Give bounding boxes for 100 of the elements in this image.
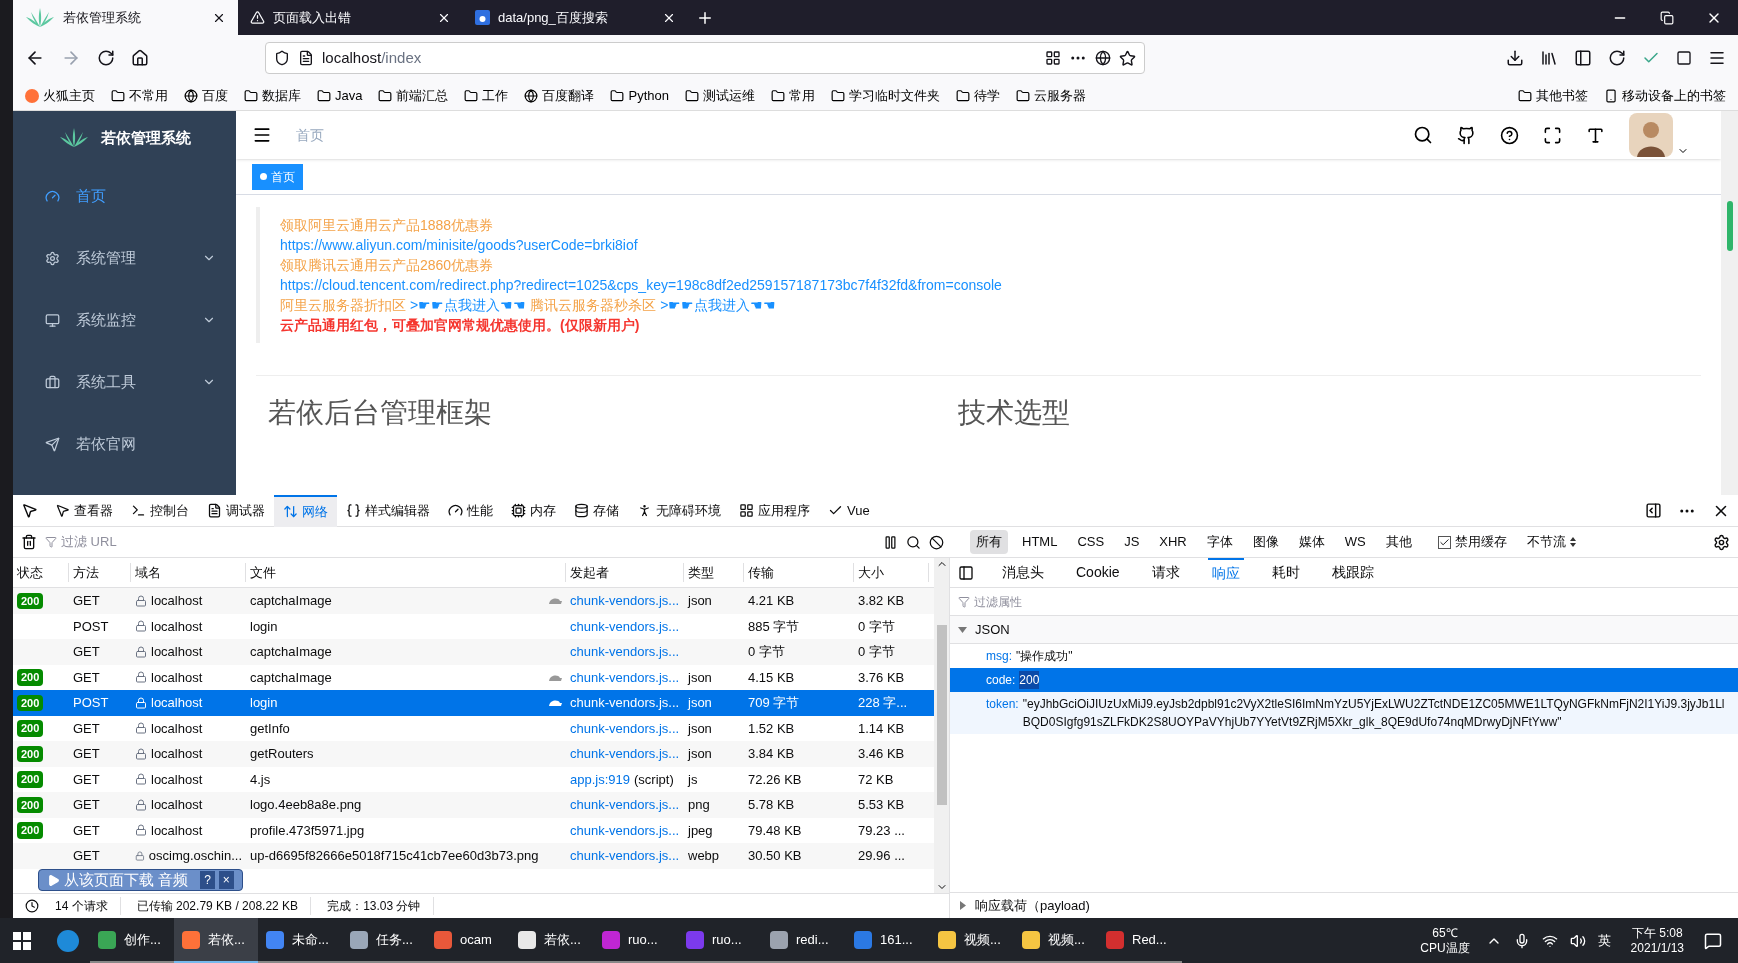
bookmark[interactable]: 常用: [770, 85, 815, 106]
sidebar-item[interactable]: 若依官网: [13, 413, 236, 475]
pause-icon[interactable]: [883, 534, 898, 550]
browser-tab[interactable]: 若依管理系统: [13, 0, 238, 35]
initiator-link[interactable]: chunk-vendors.js...: [570, 693, 680, 713]
hamburger-icon[interactable]: [252, 125, 272, 145]
devtools-tab[interactable]: 应用程序: [730, 494, 819, 527]
bookmark[interactable]: 不常用: [111, 85, 168, 106]
initiator-link[interactable]: chunk-vendors.js...: [570, 795, 680, 815]
request-row[interactable]: 200 GET localhost captchaImage chunk-vendors.js... json 4.21 KB 3.82 KB: [13, 588, 934, 614]
bookmark[interactable]: Java: [317, 85, 363, 106]
scrollbar-thumb[interactable]: [936, 625, 947, 805]
reload-icon[interactable]: [97, 49, 115, 67]
devtools-tab[interactable]: 无障碍环境: [628, 494, 730, 527]
type-filter[interactable]: 所有: [970, 530, 1008, 554]
block-icon[interactable]: [929, 534, 944, 550]
taskbar-app[interactable]: 未命...: [258, 918, 342, 963]
address-bar[interactable]: localhost/index: [265, 42, 1145, 74]
request-row[interactable]: GET oscimg.oschin... up-d6695f82666e5018f715c41cb7ee60d3b73.png chunk-vendors.js... webp 30.50 KB 29.96 ...: [13, 843, 934, 869]
initiator-link[interactable]: chunk-vendors.js...: [570, 718, 680, 738]
sidebar-item[interactable]: 系统管理: [13, 227, 236, 289]
devtools-tab[interactable]: 性能: [439, 494, 502, 527]
toggle-panel-icon[interactable]: [958, 564, 974, 581]
taskbar-app[interactable]: 若依...: [174, 918, 258, 963]
devtools-tab[interactable]: 调试器: [198, 494, 274, 527]
column-header[interactable]: 传输: [744, 562, 854, 583]
disclosure-triangle-icon[interactable]: [958, 625, 967, 634]
initiator-link[interactable]: chunk-vendors.js...: [570, 820, 680, 840]
devtools-tab[interactable]: 内存: [502, 494, 565, 527]
column-header[interactable]: 域名: [131, 562, 246, 583]
devtools-tab[interactable]: 查看器: [46, 494, 122, 527]
bookmark[interactable]: 移动设备上的书签: [1604, 85, 1726, 106]
taskbar-app[interactable]: ruo...: [594, 918, 678, 963]
sidebar-item[interactable]: 首页: [13, 165, 236, 227]
star-icon[interactable]: [1119, 49, 1136, 67]
bookmark[interactable]: 待学: [955, 85, 1000, 106]
detail-tab[interactable]: 消息头: [998, 557, 1048, 588]
initiator-link[interactable]: chunk-vendors.js...: [570, 846, 680, 866]
initiator-link[interactable]: chunk-vendors.js...: [570, 616, 680, 636]
type-filter[interactable]: HTML: [1016, 530, 1064, 554]
help-icon[interactable]: [1500, 125, 1519, 145]
detail-tab[interactable]: 耗时: [1267, 557, 1304, 588]
browser-tab[interactable]: 页面载入出错: [238, 0, 463, 35]
taskbar-app[interactable]: 161...: [846, 918, 930, 963]
initiator-link[interactable]: chunk-vendors.js...: [570, 642, 680, 662]
taskbar-app[interactable]: Red...: [1098, 918, 1182, 963]
taskbar-app[interactable]: ocam: [426, 918, 510, 963]
request-row[interactable]: 200 GET localhost logo.4eeb8a8e.png chunk-vendors.js... png 5.78 KB 5.53 KB: [13, 792, 934, 818]
initiator-link[interactable]: chunk-vendors.js...: [570, 667, 680, 687]
json-entry[interactable]: token: "eyJhbGciOiJIUzUxMiJ9.eyJsb2dpbl91c2VyX2tleSI6ImNmYzU5YjExLWU2ZTctNDE1ZC05MWE1LTQyNGFkNmFjN2I1YiJ9.3jyJb1LlBQD0SIgfg91sZLFkDK2S8UOYPaVYhjUb7YYetVt9ZRjM5Xkr_glk_8QE9dUfo74nqMDrwyDjNFtYww": [950, 692, 1738, 734]
type-filter[interactable]: WS: [1338, 530, 1372, 554]
notification-icon[interactable]: [1704, 931, 1722, 950]
search-icon[interactable]: [906, 534, 921, 550]
request-row[interactable]: 200 GET localhost getRouters chunk-vendors.js... json 3.84 KB 3.46 KB: [13, 741, 934, 767]
avatar[interactable]: [1629, 113, 1673, 157]
disable-cache-checkbox[interactable]: 禁用缓存: [1437, 532, 1507, 552]
json-entry[interactable]: code: 200: [950, 668, 1738, 692]
bookmark[interactable]: 工作: [464, 85, 509, 106]
devtools-tab[interactable]: Vue: [819, 494, 879, 527]
bookmark[interactable]: 测试运维: [684, 85, 755, 106]
bookmark[interactable]: 火狐主页: [25, 85, 95, 106]
bookmark[interactable]: 云服务器: [1015, 85, 1086, 106]
type-filter[interactable]: CSS: [1071, 530, 1111, 554]
initiator-link[interactable]: app.js:919: [570, 769, 630, 789]
type-filter[interactable]: 图像: [1246, 530, 1285, 554]
bookmark[interactable]: 学习临时文件夹: [830, 85, 940, 106]
detail-tab[interactable]: Cookie: [1072, 557, 1124, 588]
font-size-icon[interactable]: [1586, 125, 1605, 145]
taskbar-app[interactable]: 视频...: [930, 918, 1014, 963]
bookmark[interactable]: 数据库: [244, 85, 301, 106]
column-header[interactable]: 大小: [854, 562, 929, 583]
restore-icon[interactable]: [1660, 10, 1674, 25]
bookmark[interactable]: Python: [610, 85, 669, 106]
bookmark[interactable]: 百度翻译: [524, 85, 595, 106]
initiator-link[interactable]: chunk-vendors.js...: [570, 591, 680, 611]
bookmark[interactable]: 前端汇总: [378, 85, 449, 106]
devtools-tab[interactable]: 控制台: [122, 494, 198, 527]
ime-indicator[interactable]: 英: [1597, 930, 1611, 951]
translate-icon[interactable]: [1095, 50, 1111, 66]
taskbar-app[interactable]: redi...: [762, 918, 846, 963]
taskbar-app[interactable]: 任务...: [342, 918, 426, 963]
bookmark[interactable]: 其他书签: [1518, 85, 1588, 106]
type-filter[interactable]: JS: [1118, 530, 1146, 554]
detail-tab[interactable]: 栈跟踪: [1327, 557, 1378, 588]
download-audio-bar[interactable]: 从该页面下载 音频 ? ×: [38, 869, 243, 891]
taskbar-app[interactable]: 视频...: [1014, 918, 1098, 963]
column-header[interactable]: 发起者: [566, 562, 684, 583]
devtools-tab[interactable]: 存储: [565, 494, 628, 527]
column-header[interactable]: 类型: [684, 562, 744, 583]
column-header[interactable]: 状态: [13, 562, 69, 583]
volume-icon[interactable]: [1569, 932, 1586, 949]
settings-icon[interactable]: [1713, 533, 1730, 551]
type-filter[interactable]: 媒体: [1292, 530, 1331, 554]
help-button[interactable]: ?: [200, 871, 215, 889]
search-icon[interactable]: [1413, 125, 1433, 145]
picker-icon[interactable]: [21, 502, 38, 519]
menu-icon[interactable]: [1708, 49, 1726, 67]
column-header[interactable]: 文件: [246, 562, 566, 583]
sidebar-item[interactable]: 系统工具: [13, 351, 236, 413]
browser-tab[interactable]: data/png_百度搜索: [463, 0, 688, 35]
